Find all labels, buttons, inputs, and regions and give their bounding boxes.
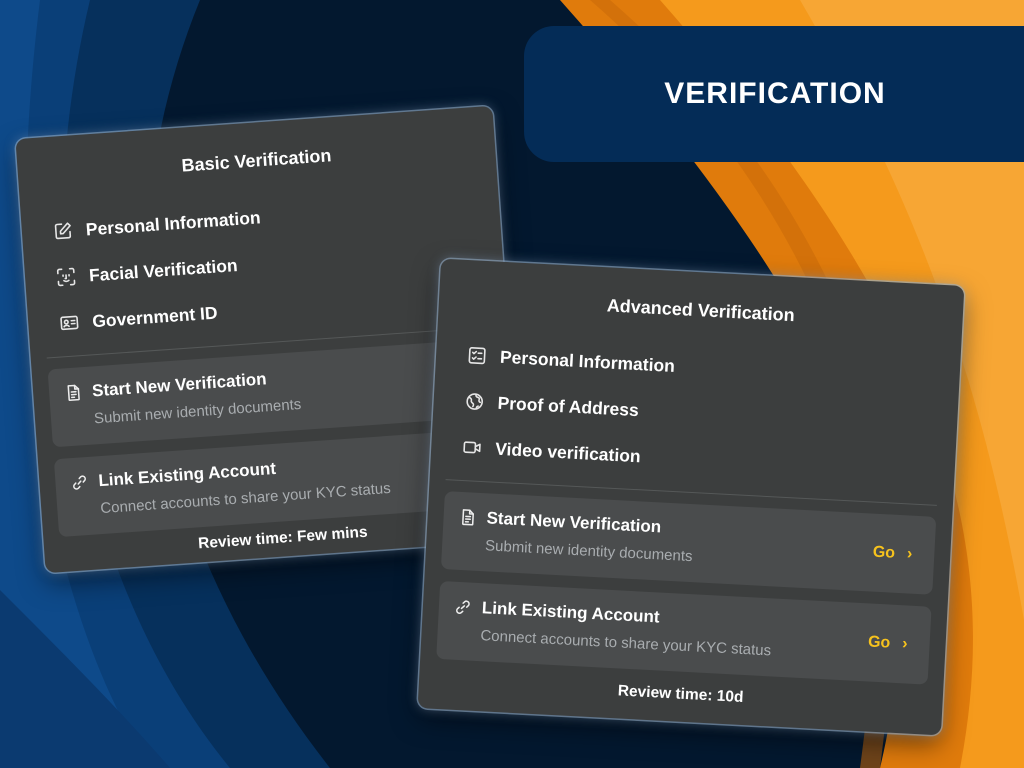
basic-card-title: Basic Verification (180, 145, 333, 176)
document-icon (63, 382, 84, 403)
advanced-link-existing-account[interactable]: Link Existing Account Connect accounts t… (436, 580, 932, 685)
go-label: Go (872, 543, 896, 562)
basic-items-list: Personal Information Facial Verification… (50, 194, 268, 346)
document-icon (457, 507, 478, 528)
advanced-verification-card: Advanced Verification Personal Informati… (417, 258, 965, 736)
chevron-right-icon: › (906, 545, 913, 563)
globe-icon (463, 390, 486, 413)
opt-row: Link Existing Account (452, 597, 660, 628)
opt-subtitle: Connect accounts to share your KYC statu… (480, 627, 772, 660)
face-scan-icon (54, 265, 77, 288)
advanced-items-list: Personal Information Proof of Address Vi… (460, 332, 676, 481)
basic-start-new-verification[interactable]: Start New Verification Submit new identi… (47, 338, 498, 448)
advanced-card-title: Advanced Verification (606, 295, 796, 326)
opt-title: Link Existing Account (97, 458, 277, 491)
opt-row: Start New Verification (457, 507, 662, 538)
chevron-right-icon: › (901, 635, 909, 653)
opt-subtitle: Submit new identity documents (93, 395, 302, 428)
id-card-icon (58, 311, 81, 334)
video-icon (461, 436, 484, 459)
opt-row: Link Existing Account (69, 459, 277, 493)
go-button[interactable]: Go › (872, 544, 912, 564)
go-button[interactable]: Go › (868, 633, 908, 653)
edit-icon (51, 219, 74, 242)
verification-banner: VERIFICATION (524, 26, 1024, 162)
opt-title: Start New Verification (486, 508, 662, 537)
advanced-start-new-verification[interactable]: Start New Verification Submit new identi… (440, 491, 937, 595)
advanced-item-label: Proof of Address (497, 392, 640, 420)
advanced-item-label: Personal Information (499, 346, 676, 376)
basic-item-label: Personal Information (85, 206, 262, 239)
basic-item-label: Facial Verification (88, 254, 239, 285)
checklist-icon (466, 344, 489, 367)
link-icon (69, 472, 90, 493)
opt-title: Link Existing Account (481, 598, 661, 627)
advanced-item-label: Video verification (494, 438, 642, 466)
basic-item-label: Government ID (91, 302, 219, 331)
opt-row: Start New Verification (63, 369, 268, 403)
opt-title: Start New Verification (91, 369, 268, 401)
go-label: Go (867, 633, 891, 652)
banner-title: VERIFICATION (664, 77, 886, 110)
opt-subtitle: Submit new identity documents (484, 537, 693, 566)
link-icon (452, 597, 473, 618)
advanced-item-video-verification: Video verification (460, 424, 671, 481)
